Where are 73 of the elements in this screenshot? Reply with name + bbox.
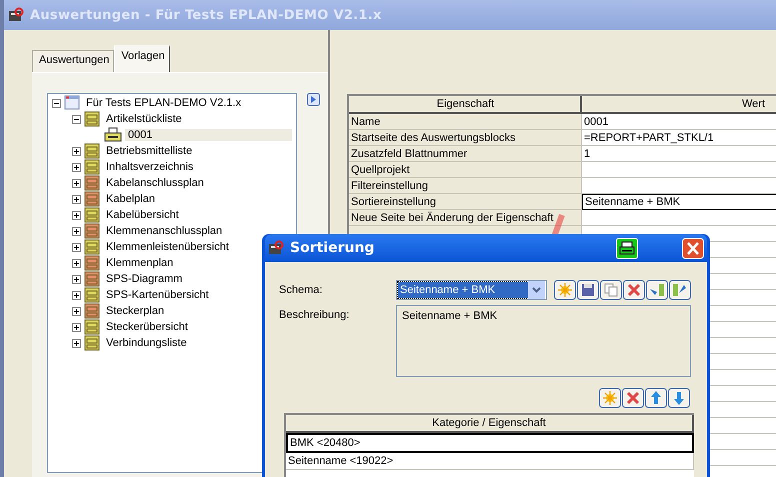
move-down-icon[interactable] [668, 388, 690, 408]
column-header: Eigenschaft [349, 96, 582, 114]
tree-item[interactable]: Für Tests EPLAN-DEMO V2.1.x [83, 97, 244, 109]
expander[interactable] [72, 322, 81, 332]
property-name: Filtereinstellung [349, 178, 582, 194]
delete-icon[interactable] [622, 388, 644, 408]
field-label: Schema: [279, 284, 324, 296]
property-name: Startseite des Auswertungsblocks [349, 130, 582, 146]
property-value[interactable]: 0001 [582, 114, 776, 130]
tree-item[interactable]: Klemmenleistenübersicht [103, 241, 232, 253]
expander[interactable] [72, 226, 81, 236]
expander[interactable] [72, 178, 81, 188]
move-up-icon[interactable] [645, 388, 667, 408]
tree-item[interactable]: Klemmenanschlussplan [103, 225, 226, 237]
new-icon[interactable] [554, 280, 576, 300]
expander[interactable] [72, 338, 81, 348]
tree-item[interactable]: Betriebsmittelliste [103, 145, 196, 157]
property-name: Neue Seite bei Änderung der Eigenschaft [349, 210, 582, 226]
expander[interactable] [72, 210, 81, 220]
column-header: Wert [582, 96, 776, 114]
tree-item[interactable]: Steckerplan [103, 305, 168, 317]
property-name: Sortiereinstellung [349, 194, 582, 210]
copy-icon[interactable] [600, 280, 622, 300]
property-name: Zusatzfeld Blattnummer [349, 146, 582, 162]
chevron-down-icon[interactable] [528, 281, 545, 299]
tree-item[interactable]: Kabelplan [103, 193, 158, 205]
expander[interactable] [72, 306, 81, 316]
tree-item[interactable]: SPS-Kartenübersicht [103, 289, 212, 301]
tab[interactable]: Auswertungen [32, 50, 114, 72]
window-title: Auswertungen - Für Tests EPLAN-DEMO V2.1.x [30, 8, 382, 22]
tree-item[interactable]: Verbindungsliste [103, 337, 190, 349]
dialog-title: Sortierung [290, 240, 376, 256]
field-label: Beschreibung: [279, 308, 350, 321]
expander[interactable] [72, 162, 81, 172]
arrow-right-icon[interactable] [307, 93, 320, 106]
printer-icon [104, 127, 122, 143]
close-icon[interactable] [682, 238, 704, 258]
delete-icon[interactable] [623, 280, 645, 300]
description-field[interactable]: Seitenname + BMK [396, 305, 691, 377]
app-icon [268, 240, 284, 256]
expander[interactable] [72, 274, 81, 284]
property-value[interactable]: Seitenname + BMK [582, 194, 776, 210]
expander[interactable] [72, 290, 81, 300]
property-value[interactable]: 1 [582, 146, 776, 162]
project-icon [64, 95, 80, 111]
list-item[interactable]: Seitenname <19022> [286, 453, 694, 470]
tree-item[interactable]: Klemmenplan [103, 257, 176, 269]
tree-item[interactable]: Steckerübersicht [103, 321, 191, 333]
tree-item[interactable]: Kabelübersicht [103, 209, 182, 221]
expander[interactable] [72, 146, 81, 156]
new-icon[interactable] [599, 388, 621, 408]
tree-item[interactable]: Inhaltsverzeichnis [103, 161, 196, 173]
expander[interactable] [52, 98, 61, 108]
property-value[interactable]: =REPORT+PART_STKL/1 [582, 130, 776, 146]
export-icon[interactable] [669, 280, 691, 300]
tab[interactable]: Vorlagen [114, 45, 170, 72]
property-name: Name [349, 114, 582, 130]
schema-dropdown[interactable]: Seitenname + BMK [396, 280, 547, 300]
expander[interactable] [72, 114, 81, 124]
tree-item[interactable]: 0001 [125, 129, 292, 141]
list-item[interactable]: BMK <20480> [286, 433, 694, 453]
import-icon[interactable] [646, 280, 668, 300]
column-header: Kategorie / Eigenschaft [286, 415, 694, 433]
tree-item[interactable]: SPS-Diagramm [103, 273, 186, 285]
tree-item[interactable]: Artikelstückliste [103, 113, 185, 125]
app-icon [8, 7, 24, 23]
save-icon[interactable] [577, 280, 599, 300]
property-name: Quellprojekt [349, 162, 582, 178]
expander[interactable] [72, 258, 81, 268]
tree-item[interactable]: Kabelanschlussplan [103, 177, 207, 189]
expander[interactable] [72, 194, 81, 204]
printer-icon[interactable] [616, 238, 638, 258]
expander[interactable] [72, 242, 81, 252]
